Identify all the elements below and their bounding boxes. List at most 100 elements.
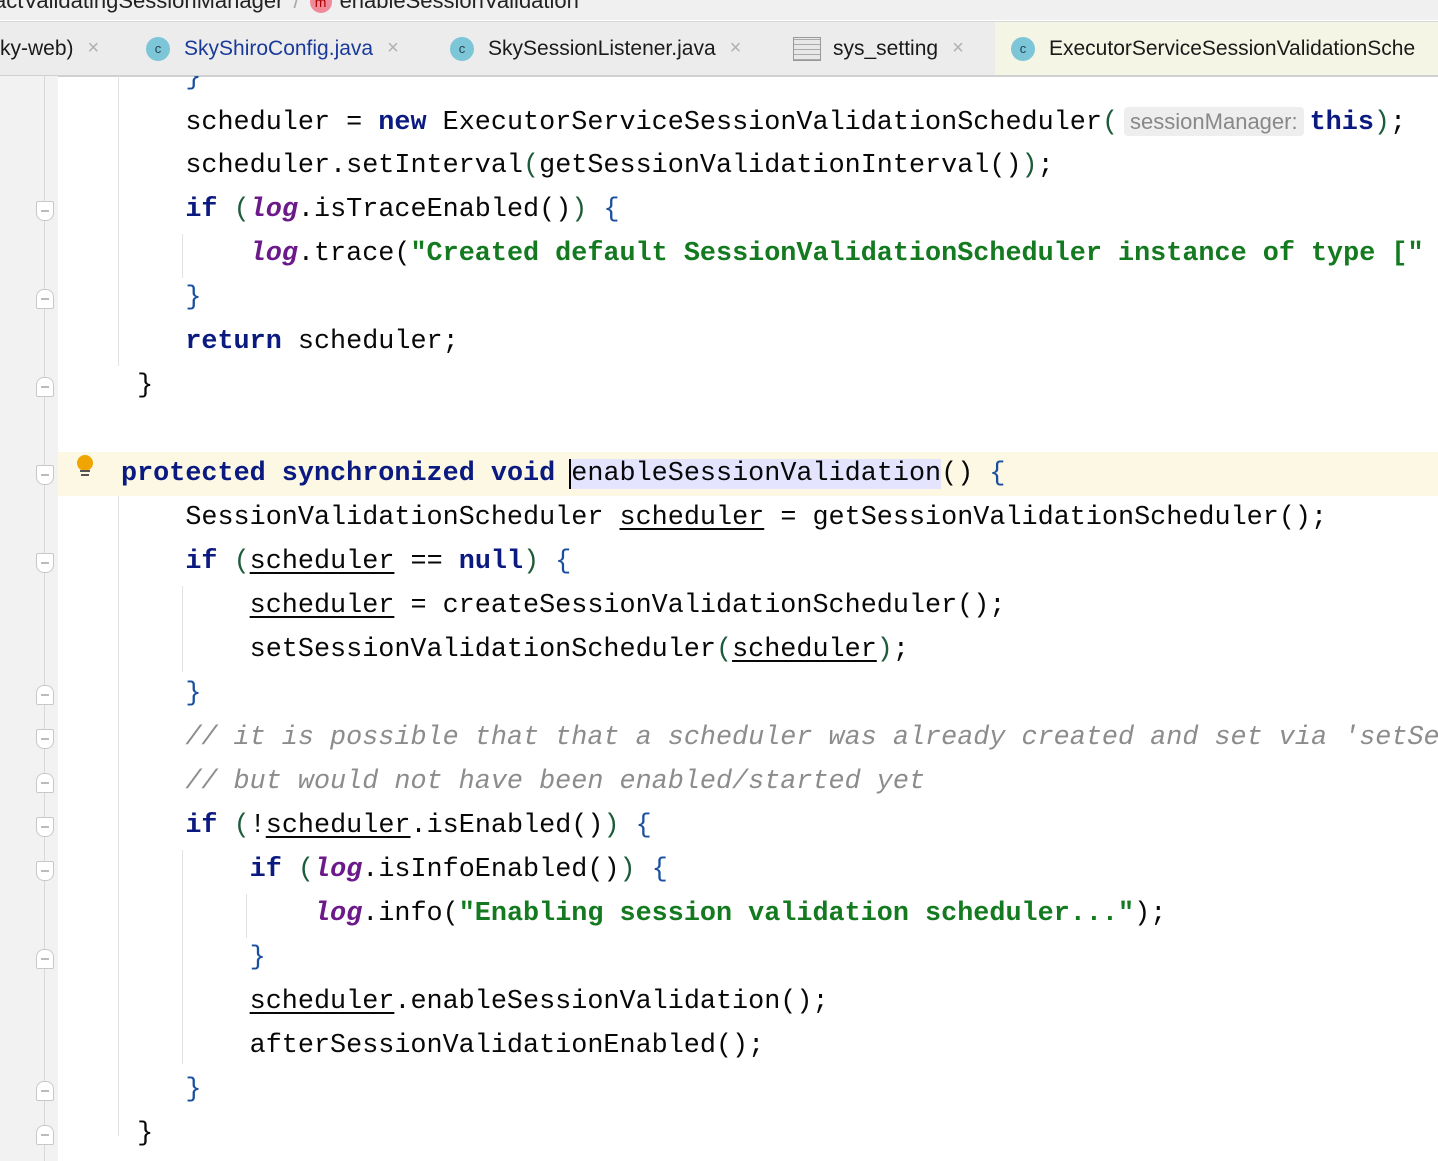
tab-skyshiroconfig[interactable]: c SkyShiroConfig.java ×: [146, 22, 399, 75]
code-token: }: [121, 1119, 154, 1149]
code-text: if (log.isTraceEnabled()) {: [185, 188, 619, 232]
tab-sky-web[interactable]: ky-web) ×: [0, 22, 99, 75]
gutter: [0, 76, 58, 1161]
tab-skysessionlistener[interactable]: c SkySessionListener.java ×: [450, 22, 741, 75]
code-token: ;: [1037, 151, 1054, 181]
code-text: // but would not have been enabled/start…: [185, 760, 925, 804]
code-line[interactable]: scheduler = new ExecutorServiceSessionVa…: [0, 100, 1438, 144]
code-line[interactable]: protected synchronized void enableSessio…: [0, 452, 1438, 496]
code-text: // it is possible that that a scheduler …: [185, 716, 1438, 760]
code-token: scheduler: [249, 547, 395, 577]
code-token: if: [185, 547, 218, 577]
indent-guide: [246, 894, 247, 938]
code-line[interactable]: }: [0, 1112, 1438, 1156]
tab-label: SkySessionListener.java: [488, 36, 716, 60]
fold-start-icon[interactable]: [36, 729, 54, 749]
code-token: if: [185, 811, 218, 841]
fold-start-icon[interactable]: [36, 817, 54, 837]
code-token: getSessionValidationInterval(): [539, 151, 1022, 181]
code-line[interactable]: afterSessionValidationEnabled();: [0, 1024, 1438, 1068]
fold-end-icon[interactable]: [36, 289, 54, 309]
code-token: .isEnabled(): [410, 811, 604, 841]
tab-label: ky-web): [0, 36, 74, 60]
code-line[interactable]: }: [0, 1068, 1438, 1112]
code-line[interactable]: // but would not have been enabled/start…: [0, 760, 1438, 804]
fold-start-icon[interactable]: [36, 861, 54, 881]
class-icon: c: [450, 36, 474, 61]
close-icon[interactable]: ×: [952, 37, 964, 60]
code-text: if (log.isInfoEnabled()) {: [250, 848, 668, 892]
fold-end-icon[interactable]: [36, 377, 54, 397]
class-icon: c: [1011, 36, 1035, 61]
lightbulb-icon[interactable]: [74, 454, 96, 478]
code-token: (: [715, 635, 733, 665]
code-token: {: [555, 547, 572, 577]
code-token: ;: [892, 635, 909, 665]
code-token: ExecutorServiceSessionValidationSchedule…: [426, 108, 1102, 138]
editor-tabs: ky-web) × c SkyShiroConfig.java × c SkySessi…: [0, 21, 1438, 77]
code-token: .info(: [362, 899, 459, 929]
fold-start-icon[interactable]: [36, 465, 54, 485]
code-line[interactable]: [0, 408, 1438, 452]
code-editor[interactable]: } scheduler = new ExecutorServiceSessionV…: [0, 76, 1438, 1161]
fold-start-icon[interactable]: [36, 553, 54, 573]
code-line[interactable]: }: [0, 672, 1438, 716]
code-line[interactable]: scheduler.setInterval(getSessionValidati…: [0, 144, 1438, 188]
close-icon[interactable]: ×: [88, 37, 100, 60]
code-token: ): [1373, 108, 1391, 138]
code-token: ;: [1390, 108, 1407, 138]
code-line[interactable]: setSessionValidationScheduler(scheduler)…: [0, 628, 1438, 672]
code-line[interactable]: if (log.isTraceEnabled()) {: [0, 188, 1438, 232]
code-line[interactable]: return scheduler;: [0, 320, 1438, 364]
code-token: ==: [394, 547, 459, 577]
tab-sys-setting[interactable]: sys_setting ×: [793, 22, 964, 75]
code-text: scheduler = new ExecutorServiceSessionVa…: [185, 100, 1406, 144]
tab-executorservicesessionvalidationscheduler[interactable]: c ExecutorServiceSessionValidationSche: [995, 22, 1438, 75]
code-text: return scheduler;: [185, 320, 458, 364]
breadcrumb-method[interactable]: enableSessionValidation: [340, 0, 579, 13]
code-token: ): [876, 635, 893, 665]
code-token: log: [313, 899, 363, 929]
fold-end-icon[interactable]: [36, 685, 54, 705]
code-text: scheduler.enableSessionValidation();: [250, 980, 829, 1024]
code-token: afterSessionValidationEnabled();: [249, 1031, 765, 1061]
code-token: }: [185, 283, 202, 313]
code-line[interactable]: log.trace("Created default SessionValida…: [0, 232, 1438, 276]
code-line[interactable]: if (log.isInfoEnabled()) {: [0, 848, 1438, 892]
close-icon[interactable]: ×: [387, 37, 399, 60]
code-line[interactable]: }: [0, 364, 1438, 408]
code-text: }: [185, 76, 201, 100]
close-icon[interactable]: ×: [730, 37, 742, 60]
fold-start-icon[interactable]: [36, 201, 54, 221]
fold-end-icon[interactable]: [36, 773, 54, 793]
code-text: SessionValidationScheduler scheduler = g…: [185, 496, 1327, 540]
code-line[interactable]: scheduler = createSessionValidationSched…: [0, 584, 1438, 628]
code-token: }: [249, 943, 266, 973]
code-token: }: [185, 1075, 202, 1105]
fold-end-icon[interactable]: [36, 1125, 54, 1145]
breadcrumb-class[interactable]: actValidatingSessionManager: [0, 0, 283, 13]
code-token: }: [121, 371, 154, 401]
code-text: }: [185, 672, 201, 716]
code-text: log.info("Enabling session validation sc…: [314, 892, 1166, 936]
tab-label: ExecutorServiceSessionValidationSche: [1049, 36, 1416, 60]
code-line[interactable]: SessionValidationScheduler scheduler = g…: [0, 496, 1438, 540]
code-token: "Created default SessionValidationSchedu…: [410, 239, 1438, 269]
code-text: }: [250, 936, 266, 980]
fold-end-icon[interactable]: [36, 949, 54, 969]
code-line[interactable]: // it is possible that that a scheduler …: [0, 716, 1438, 760]
code-line[interactable]: log.info("Enabling session validation sc…: [0, 892, 1438, 936]
code-line[interactable]: }: [0, 276, 1438, 320]
code-line[interactable]: }: [0, 76, 1438, 100]
breadcrumb-separator: /: [293, 0, 300, 13]
code-line[interactable]: }: [0, 936, 1438, 980]
fold-end-icon[interactable]: [36, 1081, 54, 1101]
code-line[interactable]: scheduler.enableSessionValidation();: [0, 980, 1438, 1024]
code-line[interactable]: if (!scheduler.isEnabled()) {: [0, 804, 1438, 848]
code-line[interactable]: if (scheduler == null) {: [0, 540, 1438, 584]
gutter-divider: [44, 76, 45, 1161]
